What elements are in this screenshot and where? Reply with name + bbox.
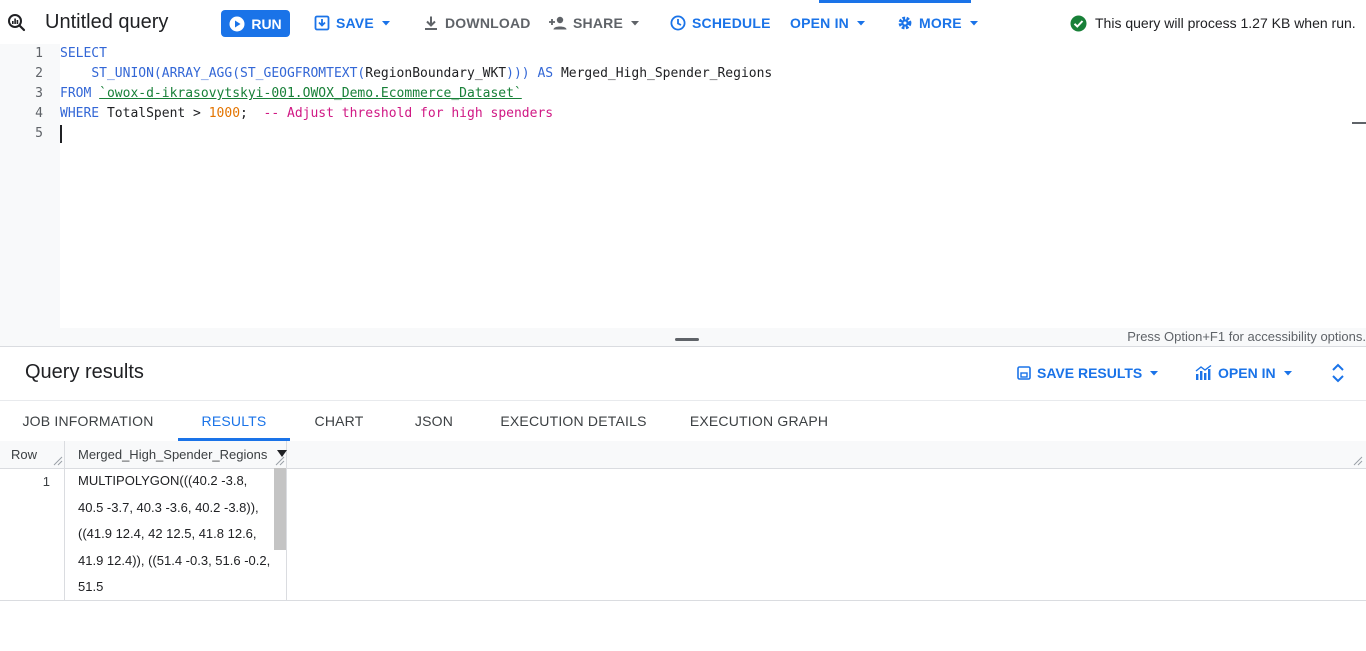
open-in-active-indicator: [819, 0, 971, 3]
column-header-label: Row: [11, 447, 38, 462]
share-label: SHARE: [573, 15, 624, 31]
accessibility-hint: Press Option+F1 for accessibility option…: [1127, 329, 1366, 344]
table-reference[interactable]: `owox-d-ikrasovytskyi-001.OWOX_Demo.Ecom…: [99, 86, 522, 101]
keyword: WHERE: [60, 106, 100, 121]
save-results-button[interactable]: SAVE RESULTS: [1017, 362, 1160, 384]
line-number: 1: [35, 46, 43, 61]
tab-chart[interactable]: CHART: [290, 401, 388, 441]
column-header-label: Merged_High_Spender_Regions: [78, 447, 268, 462]
tab-results[interactable]: RESULTS: [178, 401, 290, 441]
column-name: RegionBoundary_WKT: [365, 66, 507, 81]
play-icon: [229, 16, 245, 31]
results-grid-body: 1 MULTIPOLYGON(((40.2 -3.8, 40.5 -3.7, 4…: [0, 468, 1366, 601]
open-in-label: OPEN IN: [790, 15, 849, 31]
line-number: 3: [35, 86, 43, 101]
editor-footer: Press Option+F1 for accessibility option…: [0, 328, 1366, 347]
caret-down-icon: [1150, 371, 1159, 376]
more-label: MORE: [919, 15, 962, 31]
query-icon: [7, 13, 27, 33]
result-cell-value: MULTIPOLYGON(((40.2 -3.8, 40.5 -3.7, 40.…: [78, 473, 271, 594]
function-call: ST_UNION(ARRAY_AGG(ST_GEOGFROMTEXT(: [91, 66, 366, 81]
query-title[interactable]: Untitled query: [45, 11, 168, 34]
expand-collapse-icon[interactable]: [1330, 363, 1346, 383]
code-line-4[interactable]: WHERE TotalSpent > 1000; -- Adjust thres…: [60, 104, 553, 124]
process-info-text: This query will process 1.27 KB when run…: [1095, 15, 1356, 31]
line-number: 2: [35, 66, 43, 81]
download-icon: [425, 16, 437, 30]
keyword: FROM: [60, 86, 92, 101]
add-person-icon: [549, 16, 567, 30]
row-number: 1: [42, 474, 50, 489]
tab-json[interactable]: JSON: [388, 401, 480, 441]
gear-icon: [898, 16, 912, 30]
line-number: 4: [35, 106, 43, 121]
number-literal: 1000: [208, 106, 241, 121]
column-alias: Merged_High_Spender_Regions: [560, 66, 773, 81]
code-line-3[interactable]: FROM `owox-d-ikrasovytskyi-001.OWOX_Demo…: [60, 84, 522, 104]
sql-comment: -- Adjust threshold for high spenders: [263, 106, 554, 121]
keyword: AS: [537, 66, 554, 81]
tab-execution-details[interactable]: EXECUTION DETAILS: [480, 401, 667, 441]
run-label: RUN: [251, 15, 282, 32]
text-cursor: [60, 125, 62, 143]
caret-down-icon: [1283, 371, 1292, 376]
column-resize-icon[interactable]: [275, 456, 285, 466]
column-resize-icon[interactable]: [53, 456, 63, 466]
tab-execution-graph[interactable]: EXECUTION GRAPH: [667, 401, 851, 441]
share-button[interactable]: SHARE: [549, 12, 641, 34]
line-number: 5: [35, 126, 43, 141]
closing-parens: ))): [506, 66, 530, 81]
check-circle-icon: [1070, 15, 1087, 31]
schedule-label: SCHEDULE: [692, 15, 771, 31]
results-grid-header: Row Merged_High_Spender_Regions: [0, 441, 1366, 469]
results-open-in-label: OPEN IN: [1218, 365, 1276, 381]
query-validation-status: This query will process 1.27 KB when run…: [1070, 12, 1356, 34]
save-results-label: SAVE RESULTS: [1037, 365, 1143, 381]
condition: TotalSpent >: [106, 106, 209, 121]
save-icon: [314, 15, 330, 31]
line-number-gutter: 1 2 3 4 5: [0, 44, 60, 328]
open-in-button[interactable]: OPEN IN: [790, 12, 867, 34]
query-toolbar: Untitled query RUN SAVE DOWNLOAD SHARE S…: [0, 0, 1366, 45]
results-open-in-button[interactable]: OPEN IN: [1195, 362, 1294, 384]
grid-resize-icon[interactable]: [1353, 456, 1363, 466]
save-label: SAVE: [336, 15, 374, 31]
sql-editor[interactable]: 1 2 3 4 5 SELECT ST_UNION(ARRAY_AGG(ST_G…: [0, 44, 1366, 328]
run-button[interactable]: RUN: [221, 10, 290, 37]
caret-down-icon: [856, 21, 865, 26]
schedule-button[interactable]: SCHEDULE: [670, 12, 771, 34]
results-tabs: JOB INFORMATION RESULTS CHART JSON EXECU…: [0, 400, 1366, 442]
column-header-merged-regions[interactable]: Merged_High_Spender_Regions: [65, 441, 287, 468]
table-row: 1: [0, 468, 65, 600]
caret-down-icon: [969, 21, 978, 26]
tab-job-information[interactable]: JOB INFORMATION: [0, 401, 176, 441]
column-header-row[interactable]: Row: [0, 441, 65, 468]
download-label: DOWNLOAD: [445, 15, 531, 31]
download-button[interactable]: DOWNLOAD: [423, 12, 531, 34]
pane-resize-handle[interactable]: [675, 338, 699, 341]
cell-scrollbar[interactable]: [274, 468, 286, 550]
result-cell[interactable]: MULTIPOLYGON(((40.2 -3.8, 40.5 -3.7, 40.…: [65, 468, 287, 600]
save-icon: [1017, 366, 1031, 380]
results-title: Query results: [25, 361, 144, 383]
clock-icon: [670, 15, 686, 31]
keyword: SELECT: [60, 46, 107, 61]
caret-down-icon: [381, 21, 390, 26]
editor-scroll-indicator[interactable]: [1352, 122, 1366, 124]
save-button[interactable]: SAVE: [314, 12, 392, 34]
more-button[interactable]: MORE: [897, 12, 980, 34]
caret-down-icon: [631, 21, 640, 26]
chart-icon: [1195, 365, 1212, 380]
code-line-2[interactable]: ST_UNION(ARRAY_AGG(ST_GEOGFROMTEXT(Regio…: [60, 64, 772, 84]
semicolon: ;: [240, 106, 248, 121]
code-line-1[interactable]: SELECT: [60, 44, 107, 64]
